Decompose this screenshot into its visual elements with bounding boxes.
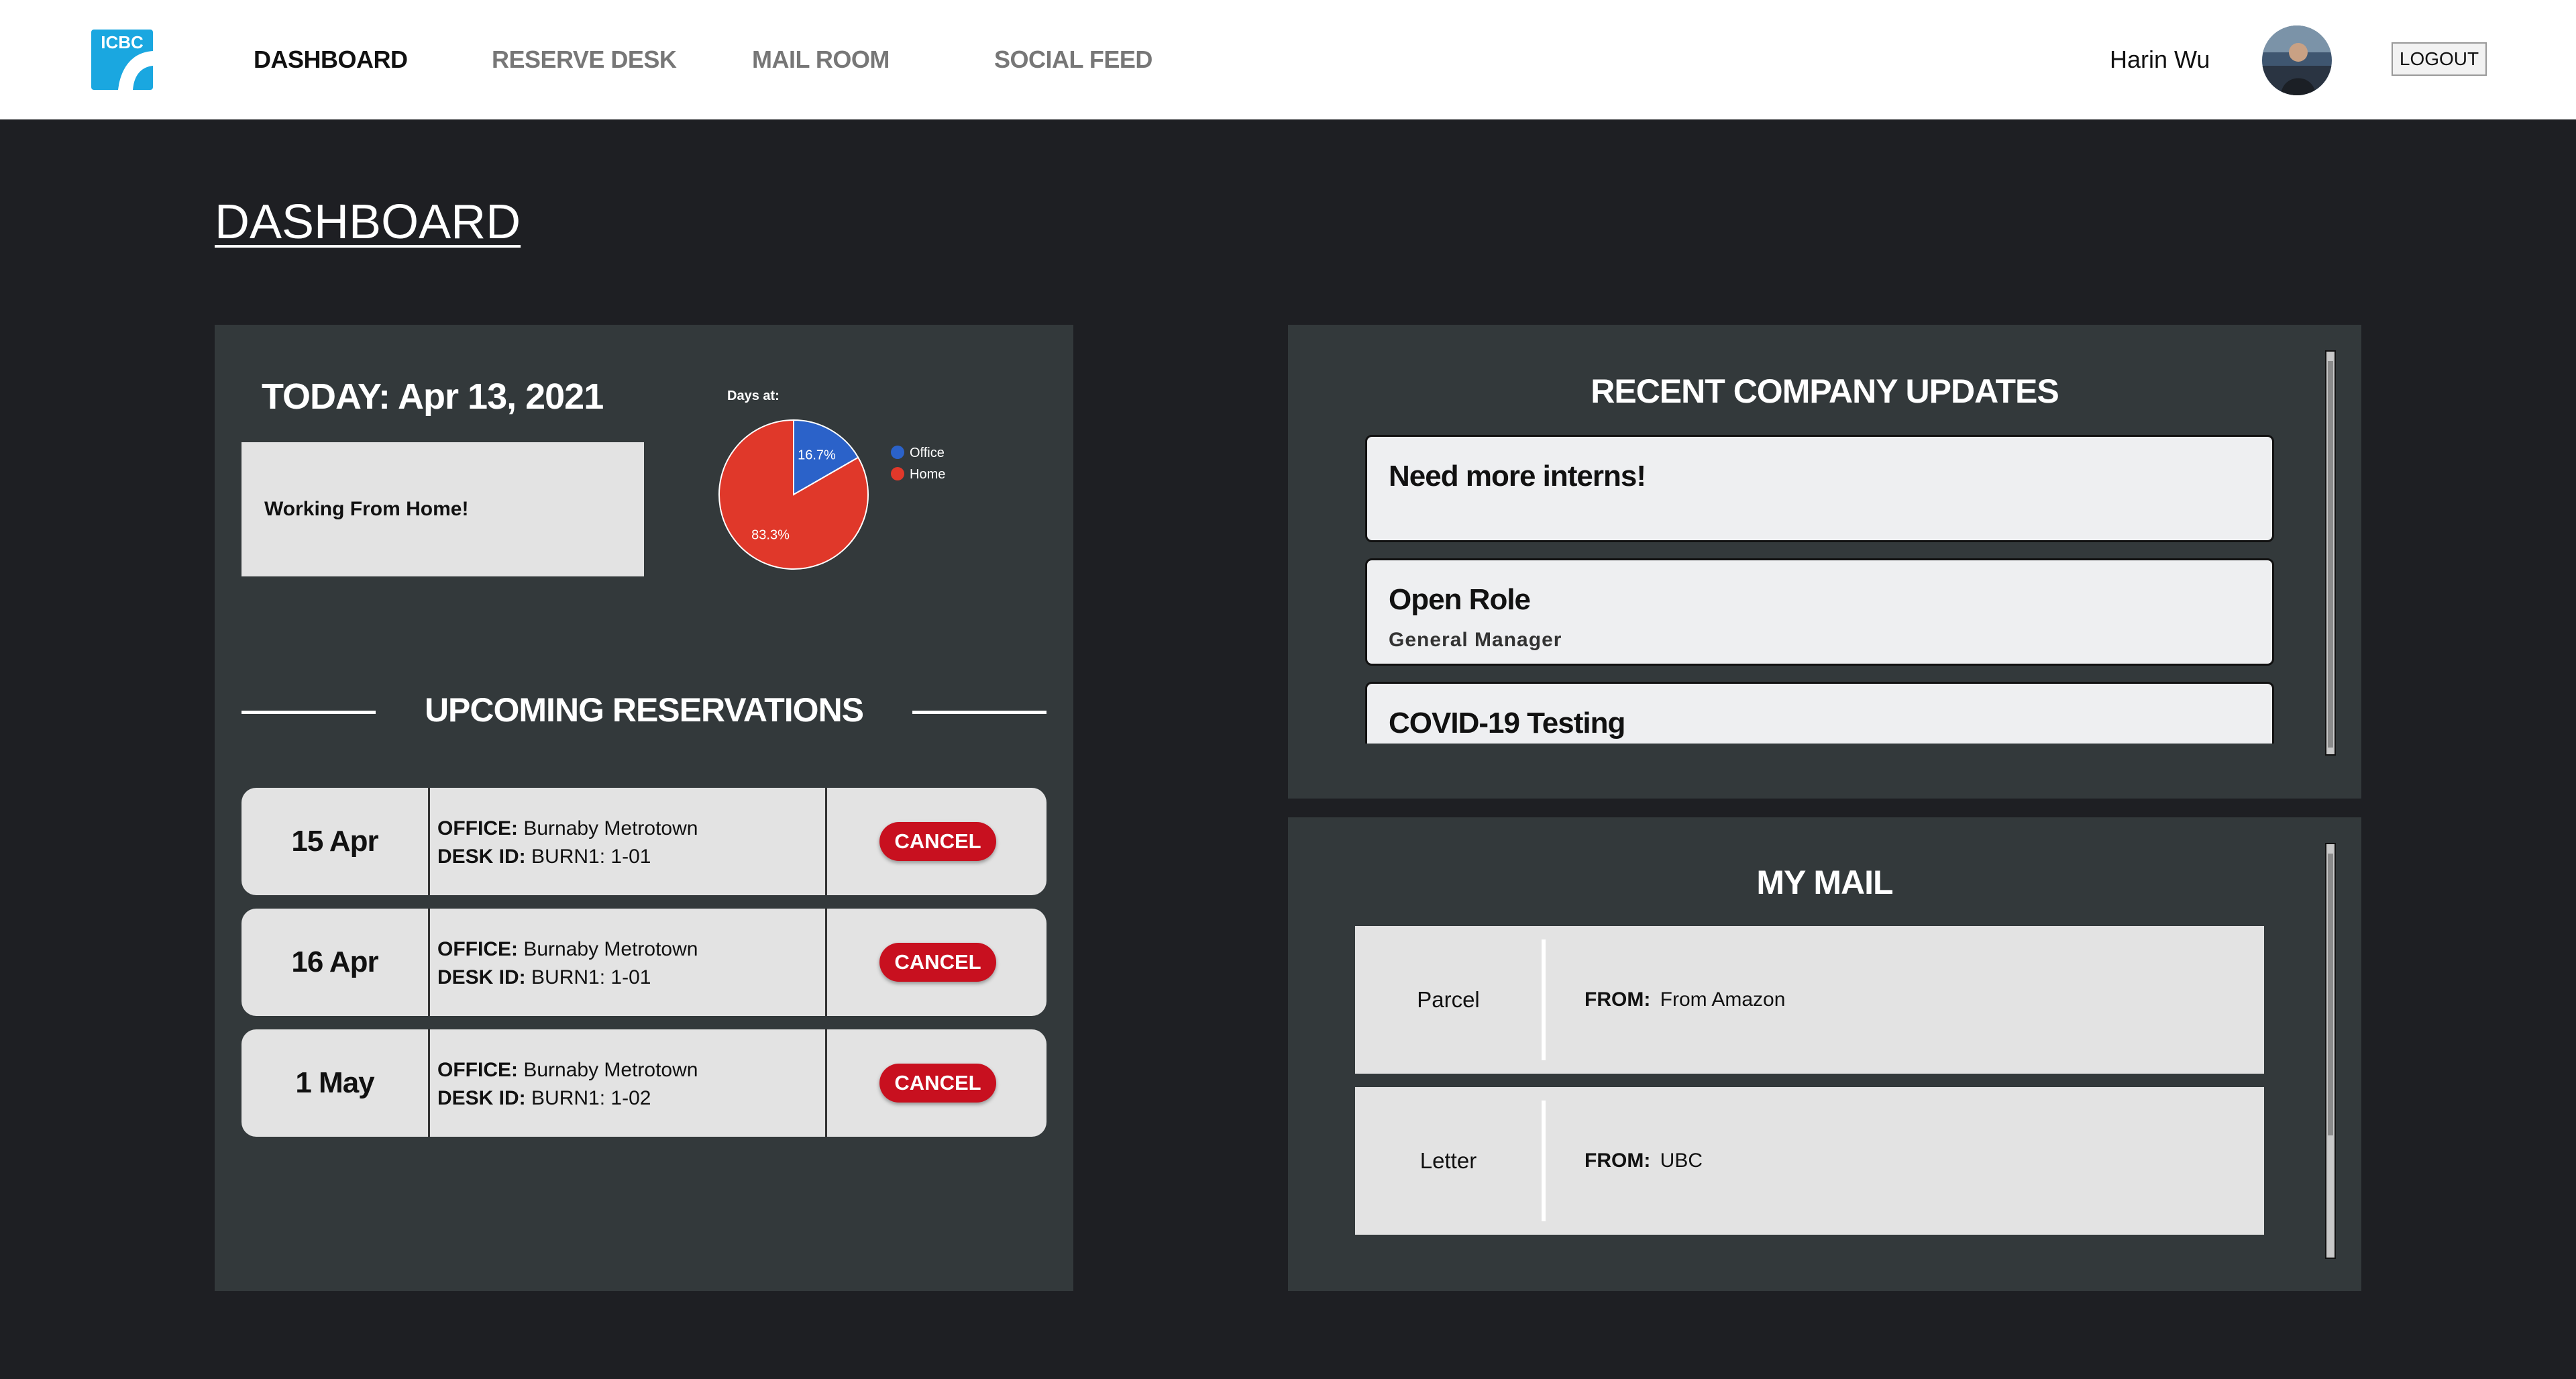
desk-label: DESK ID: bbox=[437, 846, 526, 868]
mail-from: FROM: UBC bbox=[1585, 1087, 1703, 1235]
mail-heading: MY MAIL bbox=[1756, 864, 1893, 901]
pie-label-office: 16.7% bbox=[798, 448, 836, 462]
update-title: COVID-19 Testing bbox=[1389, 707, 1625, 739]
avatar[interactable] bbox=[2262, 25, 2332, 95]
my-mail-panel: MY MAIL Parcel FROM: From Amazon Letter … bbox=[1288, 817, 2361, 1291]
days-at-pie-chart: 16.7% 83.3% Office Home bbox=[718, 419, 945, 570]
reservation-info: OFFICE: Burnaby Metrotown DESK ID: BURN1… bbox=[437, 1056, 698, 1113]
reservations-heading: UPCOMING RESERVATIONS bbox=[241, 691, 1046, 731]
user-name: Harin Wu bbox=[2110, 46, 2210, 73]
today-panel: TODAY: Apr 13, 2021 Working From Home! D… bbox=[215, 325, 1073, 1291]
reservation-info: OFFICE: Burnaby Metrotown DESK ID: BURN1… bbox=[437, 815, 698, 871]
mail-divider bbox=[1542, 1101, 1546, 1221]
update-card[interactable]: COVID-19 Testing bbox=[1365, 682, 2274, 744]
mail-sender: UBC bbox=[1660, 1150, 1703, 1172]
reservation-date: 1 May bbox=[241, 1029, 430, 1137]
desk-label: DESK ID: bbox=[437, 1087, 526, 1109]
reservation-desk: BURN1: 1-01 bbox=[531, 966, 651, 988]
logo-text: ICBC bbox=[101, 32, 144, 52]
mail-sender: From Amazon bbox=[1660, 988, 1786, 1011]
legend-label-home: Home bbox=[910, 467, 945, 482]
page-title: DASHBOARD bbox=[215, 195, 521, 249]
company-updates-panel: RECENT COMPANY UPDATES Need more interns… bbox=[1288, 325, 2361, 799]
today-date: TODAY: Apr 13, 2021 bbox=[262, 376, 604, 417]
logout-button[interactable]: LOGOUT bbox=[2392, 42, 2487, 76]
legend-label-office: Office bbox=[910, 446, 945, 460]
nav-social-feed[interactable]: SOCIAL FEED bbox=[994, 46, 1152, 74]
update-title: Need more interns! bbox=[1389, 460, 1646, 493]
cancel-button[interactable]: CANCEL bbox=[879, 822, 996, 861]
office-label: OFFICE: bbox=[437, 938, 518, 960]
company-logo[interactable]: ICBC bbox=[91, 30, 153, 90]
heading-rule-right bbox=[912, 711, 1046, 714]
reservation-row: 1 May OFFICE: Burnaby Metrotown DESK ID:… bbox=[241, 1029, 1046, 1137]
cancel-button[interactable]: CANCEL bbox=[879, 1064, 996, 1103]
update-card[interactable]: Need more interns! bbox=[1365, 435, 2274, 542]
mail-type: Letter bbox=[1419, 1148, 1477, 1173]
desk-label: DESK ID: bbox=[437, 966, 526, 988]
reservations-heading-text: UPCOMING RESERVATIONS bbox=[424, 691, 864, 729]
from-label: FROM: bbox=[1585, 988, 1651, 1011]
reservation-action: CANCEL bbox=[825, 1029, 1046, 1137]
nav-reserve-desk[interactable]: RESERVE DESK bbox=[492, 46, 677, 74]
update-subtitle: General Manager bbox=[1389, 629, 1562, 651]
chart-title: Days at: bbox=[727, 389, 780, 403]
work-status-box: Working From Home! bbox=[241, 442, 644, 576]
update-card[interactable]: Open Role General Manager bbox=[1365, 558, 2274, 666]
nav-dashboard[interactable]: DASHBOARD bbox=[254, 46, 408, 74]
reservation-info: OFFICE: Burnaby Metrotown DESK ID: BURN1… bbox=[437, 935, 698, 992]
top-navbar: ICBC DASHBOARD RESERVE DESK MAIL ROOM SO… bbox=[0, 0, 2576, 119]
nav-mail-room[interactable]: MAIL ROOM bbox=[752, 46, 890, 74]
office-label: OFFICE: bbox=[437, 817, 518, 839]
updates-list[interactable]: Need more interns! Open Role General Man… bbox=[1365, 435, 2274, 744]
reservation-date: 16 Apr bbox=[241, 909, 430, 1016]
updates-scrollbar[interactable] bbox=[2325, 350, 2336, 756]
reservation-action: CANCEL bbox=[825, 788, 1046, 895]
reservation-date: 15 Apr bbox=[241, 788, 430, 895]
legend-marker-home bbox=[891, 467, 904, 480]
reservation-row: 16 Apr OFFICE: Burnaby Metrotown DESK ID… bbox=[241, 909, 1046, 1016]
work-status-text: Working From Home! bbox=[264, 498, 469, 520]
reservation-desk: BURN1: 1-02 bbox=[531, 1087, 651, 1109]
cancel-button[interactable]: CANCEL bbox=[879, 943, 996, 982]
reservation-office: Burnaby Metrotown bbox=[523, 938, 698, 960]
updates-heading: RECENT COMPANY UPDATES bbox=[1591, 372, 2059, 410]
reservation-action: CANCEL bbox=[825, 909, 1046, 1016]
pie-label-home: 83.3% bbox=[751, 528, 790, 543]
reservation-row: 15 Apr OFFICE: Burnaby Metrotown DESK ID… bbox=[241, 788, 1046, 895]
mail-scroll-thumb[interactable] bbox=[2328, 854, 2333, 1135]
updates-scroll-thumb[interactable] bbox=[2328, 361, 2333, 748]
office-label: OFFICE: bbox=[437, 1059, 518, 1081]
legend-marker-office bbox=[891, 446, 904, 459]
mail-item[interactable]: Parcel FROM: From Amazon bbox=[1355, 926, 2264, 1074]
mail-from: FROM: From Amazon bbox=[1585, 926, 1785, 1074]
reservation-office: Burnaby Metrotown bbox=[523, 1059, 698, 1081]
reservation-desk: BURN1: 1-01 bbox=[531, 846, 651, 868]
mail-type: Parcel bbox=[1417, 987, 1480, 1012]
update-title: Open Role bbox=[1389, 583, 1531, 616]
mail-item[interactable]: Letter FROM: UBC bbox=[1355, 1087, 2264, 1235]
reservation-office: Burnaby Metrotown bbox=[523, 817, 698, 839]
mail-scrollbar[interactable] bbox=[2325, 843, 2336, 1259]
from-label: FROM: bbox=[1585, 1150, 1651, 1172]
mail-divider bbox=[1542, 939, 1546, 1060]
